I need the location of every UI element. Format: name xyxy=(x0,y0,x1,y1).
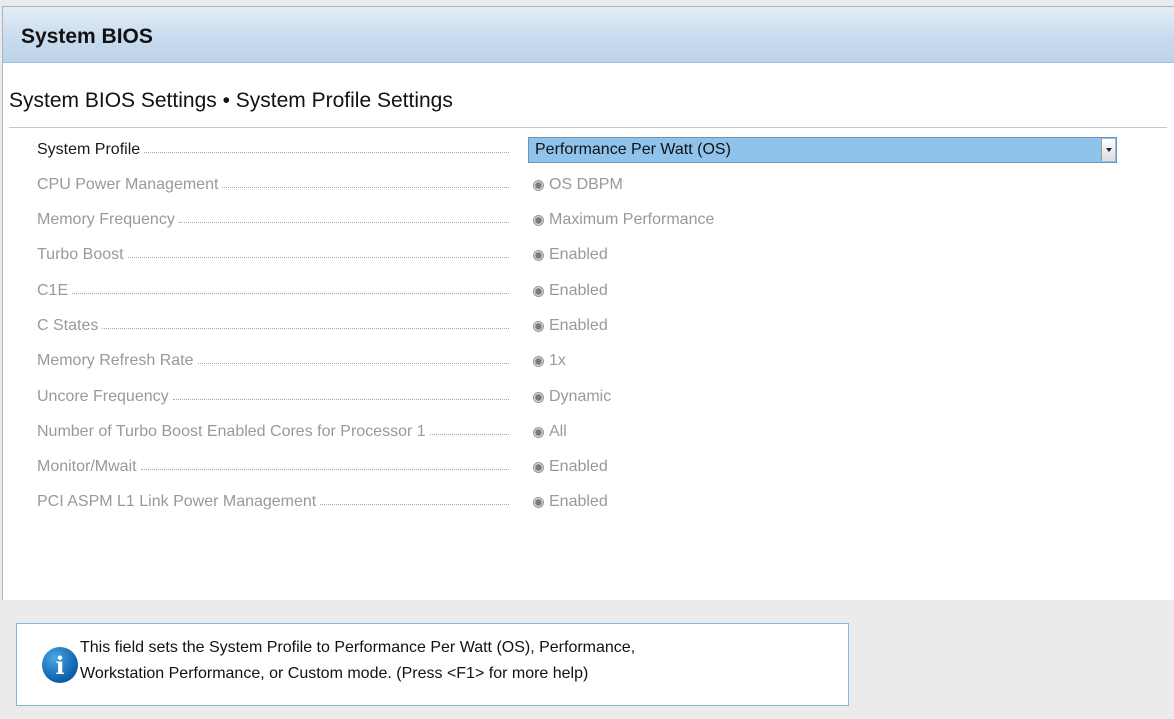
setting-label: Memory Refresh Rate xyxy=(37,352,194,369)
dotted-leader xyxy=(429,433,509,435)
dotted-leader xyxy=(72,292,509,294)
setting-row-turbo-boost-cores[interactable]: Number of Turbo Boost Enabled Cores for … xyxy=(37,420,1127,444)
setting-value: All xyxy=(549,423,567,440)
dotted-leader xyxy=(144,151,509,153)
radio-button-icon[interactable] xyxy=(533,426,544,438)
section-divider xyxy=(9,127,1167,128)
radio-button-icon[interactable] xyxy=(533,391,544,403)
setting-label: Turbo Boost xyxy=(37,246,124,263)
radio-button-icon[interactable] xyxy=(533,320,544,332)
radio-button-icon[interactable] xyxy=(533,249,544,261)
setting-label: System Profile xyxy=(37,141,141,158)
dotted-leader xyxy=(222,186,509,188)
setting-value: Enabled xyxy=(549,458,608,475)
setting-label: Memory Frequency xyxy=(37,211,175,228)
radio-button-icon[interactable] xyxy=(533,496,544,508)
setting-row-monitor-mwait[interactable]: Monitor/Mwait Enabled xyxy=(37,455,1127,479)
setting-row-pci-aspm[interactable]: PCI ASPM L1 Link Power Management Enable… xyxy=(37,490,1127,514)
info-icon: i xyxy=(42,647,78,683)
page-title: System BIOS xyxy=(21,25,153,48)
setting-row-c1e[interactable]: C1E Enabled xyxy=(37,279,1127,303)
help-text-line-1: This field sets the System Profile to Pe… xyxy=(80,639,636,656)
main-panel: System BIOS System BIOS Settings • Syste… xyxy=(2,6,1174,600)
setting-row-turbo-boost[interactable]: Turbo Boost Enabled xyxy=(37,243,1127,267)
help-text: This field sets the System Profile to Pe… xyxy=(80,635,830,687)
dotted-leader xyxy=(140,468,509,470)
setting-label: Uncore Frequency xyxy=(37,388,169,405)
dotted-leader xyxy=(172,398,509,400)
radio-button-icon[interactable] xyxy=(533,214,544,226)
setting-label: Monitor/Mwait xyxy=(37,458,137,475)
dotted-leader xyxy=(127,256,509,258)
setting-value: Enabled xyxy=(549,246,608,263)
radio-button-icon[interactable] xyxy=(533,285,544,297)
title-bar: System BIOS xyxy=(3,7,1174,63)
setting-row-c-states[interactable]: C States Enabled xyxy=(37,314,1127,338)
radio-button-icon[interactable] xyxy=(533,355,544,367)
setting-value: Dynamic xyxy=(549,388,612,405)
system-profile-select[interactable]: Performance Per Watt (OS) xyxy=(528,137,1117,163)
system-profile-selected-value: Performance Per Watt (OS) xyxy=(535,141,731,158)
setting-label: CPU Power Management xyxy=(37,176,219,193)
dotted-leader xyxy=(320,503,509,505)
help-box: i This field sets the System Profile to … xyxy=(16,623,849,706)
section-title: System BIOS Settings • System Profile Se… xyxy=(9,89,453,112)
setting-value: Enabled xyxy=(549,282,608,299)
radio-button-icon[interactable] xyxy=(533,179,544,191)
setting-label: C1E xyxy=(37,282,69,299)
setting-value: Maximum Performance xyxy=(549,211,715,228)
setting-row-cpu-power-management[interactable]: CPU Power Management OS DBPM xyxy=(37,173,1127,197)
setting-label: PCI ASPM L1 Link Power Management xyxy=(37,493,317,510)
chevron-down-icon[interactable] xyxy=(1101,139,1115,161)
setting-row-uncore-frequency[interactable]: Uncore Frequency Dynamic xyxy=(37,385,1127,409)
setting-row-memory-refresh-rate[interactable]: Memory Refresh Rate 1x xyxy=(37,349,1127,373)
setting-label: C States xyxy=(37,317,99,334)
dotted-leader xyxy=(178,221,509,223)
dotted-leader xyxy=(102,327,509,329)
setting-value: Enabled xyxy=(549,317,608,334)
radio-button-icon[interactable] xyxy=(533,461,544,473)
setting-value: 1x xyxy=(549,352,566,369)
setting-value: Enabled xyxy=(549,493,608,510)
dropdown-triangle xyxy=(1105,148,1112,152)
help-text-line-2: Workstation Performance, or Custom mode.… xyxy=(80,665,589,682)
setting-value: OS DBPM xyxy=(549,176,623,193)
setting-label: Number of Turbo Boost Enabled Cores for … xyxy=(37,423,426,440)
dotted-leader xyxy=(197,362,509,364)
setting-row-memory-frequency[interactable]: Memory Frequency Maximum Performance xyxy=(37,208,1127,232)
